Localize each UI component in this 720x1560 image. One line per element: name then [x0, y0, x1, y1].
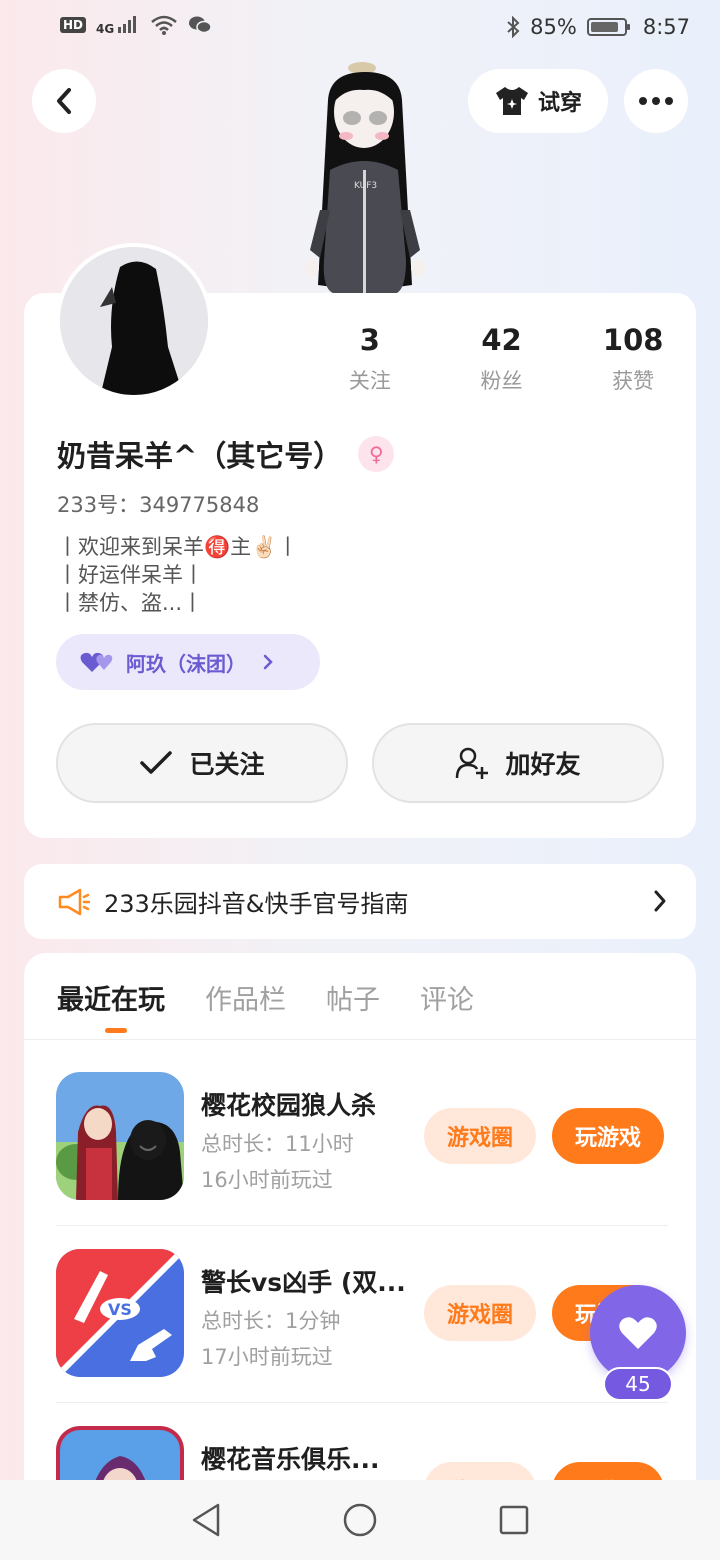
bio-line: 丨好运伴呆羊丨: [57, 563, 204, 587]
profile-stats: 3 关注 42 粉丝 108 获赞: [304, 323, 699, 395]
battery-icon: [586, 18, 630, 36]
game-playtime: 总时长：1分钟: [201, 1309, 341, 1333]
game-icon-sheriff-vs-killer[interactable]: VS: [56, 1249, 184, 1377]
nav-recents-icon[interactable]: [498, 1504, 530, 1536]
nav-home-icon[interactable]: [342, 1502, 378, 1538]
chevron-right-icon: [263, 654, 273, 670]
tab-comments[interactable]: 评论: [420, 978, 474, 1017]
user-id-label: 233号：: [57, 493, 140, 517]
try-on-button[interactable]: 试穿: [468, 69, 608, 133]
megaphone-icon: [58, 888, 90, 915]
back-button[interactable]: [32, 69, 96, 133]
game-last-played: 17小时前玩过: [201, 1345, 333, 1369]
clock: 8:57: [642, 15, 690, 39]
heart-icon: [619, 1317, 657, 1349]
try-on-label: 试穿: [537, 91, 582, 116]
female-icon: ♀: [358, 436, 395, 472]
game-row[interactable]: VS 警长vs凶手 (双... 总时长：1分钟 17小时前玩过 游戏圈 玩游戏: [56, 1249, 668, 1403]
add-friend-button[interactable]: 加好友: [372, 723, 664, 803]
divider: [24, 1039, 696, 1040]
status-bar: HD 4G 85% 8:57: [0, 0, 720, 58]
add-user-icon: [456, 747, 489, 779]
tab-works[interactable]: 作品栏: [205, 978, 286, 1017]
user-id[interactable]: 233号：349775848: [57, 489, 259, 519]
bio[interactable]: 丨欢迎来到呆羊🉐主✌🏻丨 丨好运伴呆羊丨 丨禁仿、盗...丨: [57, 533, 298, 617]
user-id-value: 349775848: [139, 493, 260, 517]
followed-button[interactable]: 已关注: [56, 723, 348, 803]
content-panel: 最近在玩 作品栏 帖子 评论 樱花校园狼人杀 总时长：11小时 16小时前玩过 …: [24, 953, 696, 1554]
bluetooth-icon: [507, 16, 520, 38]
game-circle-button[interactable]: 游戏圈: [424, 1108, 536, 1164]
tshirt-icon: [495, 87, 528, 115]
notice-bar[interactable]: 233乐园抖音&快手官号指南: [24, 864, 696, 939]
game-last-played: 16小时前玩过: [201, 1168, 333, 1192]
game-name: 警长vs凶手 (双...: [201, 1268, 406, 1297]
stat-likes-count: 108: [602, 323, 664, 357]
stat-fans-label: 粉丝: [480, 369, 523, 393]
more-button[interactable]: [624, 69, 688, 133]
followed-label: 已关注: [189, 750, 265, 779]
game-row[interactable]: 樱花校园狼人杀 总时长：11小时 16小时前玩过 游戏圈 玩游戏: [56, 1072, 668, 1226]
group-chip[interactable]: 阿玖（沫团）: [56, 634, 320, 690]
stat-likes-label: 获赞: [612, 369, 655, 393]
game-icon-sakura-werewolf[interactable]: [56, 1072, 184, 1200]
bio-line: 丨欢迎来到呆羊🉐主✌🏻丨: [57, 535, 299, 559]
hearts-icon: [80, 652, 113, 672]
wifi-icon: [151, 15, 177, 35]
game-name: 樱花校园狼人杀: [201, 1091, 377, 1120]
avatar[interactable]: [56, 243, 212, 399]
tab-recently-played[interactable]: 最近在玩: [57, 978, 165, 1033]
signal-icon: 4G: [96, 15, 140, 35]
notice-text: 233乐园抖音&快手官号指南: [104, 890, 409, 918]
add-friend-label: 加好友: [505, 750, 581, 779]
game-circle-button[interactable]: 游戏圈: [424, 1285, 536, 1341]
system-navigation-bar: [0, 1480, 720, 1560]
profile-tabs: 最近在玩 作品栏 帖子 评论: [57, 978, 474, 1033]
hd-badge: HD: [60, 17, 87, 33]
avatar-3d-figure[interactable]: KUF3: [290, 60, 440, 294]
check-icon: [140, 751, 173, 774]
svg-text:KUF3: KUF3: [354, 181, 377, 191]
stat-likes[interactable]: 108 获赞: [567, 323, 699, 395]
nav-back-icon[interactable]: [190, 1502, 222, 1538]
chevron-right-icon: [654, 890, 666, 912]
more-horizontal-icon: [639, 97, 673, 105]
svg-text:VS: VS: [108, 1300, 132, 1319]
group-chip-label: 阿玖（沫团）: [126, 651, 246, 676]
stat-fans[interactable]: 42 粉丝: [436, 323, 568, 395]
stat-following[interactable]: 3 关注: [304, 323, 436, 395]
chevron-left-icon: [57, 88, 71, 114]
game-name: 樱花音乐俱乐...: [201, 1445, 380, 1474]
tab-active-indicator: [105, 1028, 127, 1033]
battery-percent: 85%: [530, 15, 577, 39]
wechat-icon: [189, 16, 212, 34]
stat-following-count: 3: [359, 323, 380, 357]
play-game-button[interactable]: 玩游戏: [552, 1108, 664, 1164]
game-playtime: 总时长：11小时: [201, 1132, 354, 1156]
username: 奶昔呆羊^（其它号）: [57, 439, 343, 473]
stat-fans-count: 42: [481, 323, 522, 357]
tab-posts[interactable]: 帖子: [326, 978, 380, 1017]
like-count-badge: 45: [603, 1367, 673, 1401]
stat-following-label: 关注: [348, 369, 391, 393]
username-row: 奶昔呆羊^（其它号） ♀: [57, 433, 395, 475]
bio-line: 丨禁仿、盗...丨: [57, 591, 204, 615]
